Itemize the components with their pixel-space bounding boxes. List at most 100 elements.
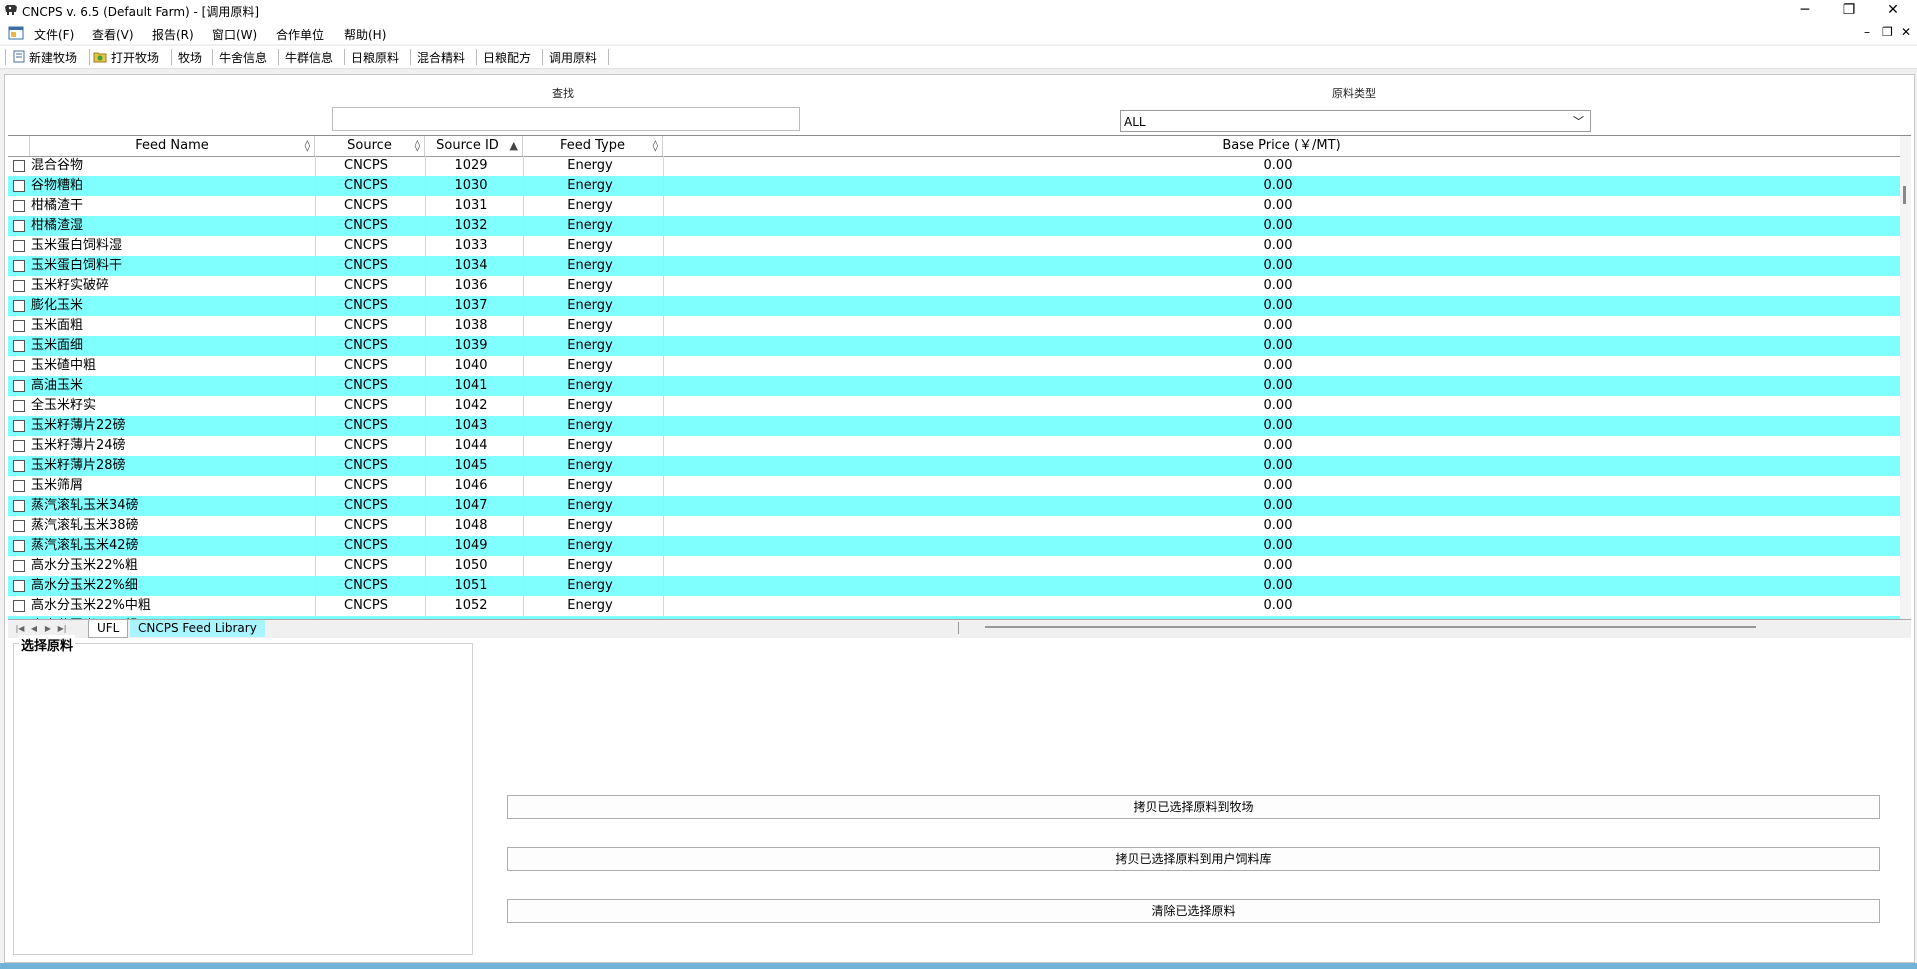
horizontal-scrollbar[interactable] <box>985 626 1756 628</box>
table-row[interactable]: 混合谷物 CNCPS 1029 Energy 0.00 <box>8 156 1900 176</box>
table-row[interactable]: 高水分玉米22%中粗 CNCPS 1052 Energy 0.00 <box>8 596 1900 616</box>
menu-help[interactable]: 帮助(H) <box>344 26 386 43</box>
row-checkbox[interactable] <box>13 380 25 392</box>
menu-window[interactable]: 窗口(W) <box>212 26 257 43</box>
search-input[interactable] <box>332 107 800 131</box>
column-header-base-price[interactable]: Base Price (￥/MT) <box>663 136 1900 156</box>
ration-feeds-button[interactable]: 日粮原料 <box>351 49 399 66</box>
table-row[interactable]: 玉米籽实破碎 CNCPS 1036 Energy 0.00 <box>8 276 1900 296</box>
row-checkbox[interactable] <box>13 500 25 512</box>
row-checkbox[interactable] <box>13 360 25 372</box>
table-row[interactable]: 柑橘渣湿 CNCPS 1032 Energy 0.00 <box>8 216 1900 236</box>
table-row[interactable]: 膨化玉米 CNCPS 1037 Energy 0.00 <box>8 296 1900 316</box>
source-cell: CNCPS <box>344 578 388 593</box>
row-checkbox[interactable] <box>13 600 25 612</box>
tab-ufl[interactable]: UFL <box>88 620 129 638</box>
child-restore-button[interactable]: ❐ <box>1882 25 1893 39</box>
copy-to-farm-button[interactable]: 拷贝已选择原料到牧场 <box>507 795 1880 819</box>
table-row[interactable]: 玉米籽薄片28磅 CNCPS 1045 Energy 0.00 <box>8 456 1900 476</box>
concentrate-mix-button[interactable]: 混合精料 <box>417 49 465 66</box>
row-checkbox[interactable] <box>13 480 25 492</box>
table-row[interactable]: 蒸汽滚轧玉米42磅 CNCPS 1049 Energy 0.00 <box>8 536 1900 556</box>
next-tab-icon[interactable]: ▶ <box>42 622 54 635</box>
column-header-feed-name[interactable]: Feed Name ◊ <box>30 136 315 156</box>
minimize-button[interactable]: ─ <box>1783 0 1827 22</box>
table-row[interactable]: 谷物糟粕 CNCPS 1030 Energy 0.00 <box>8 176 1900 196</box>
row-checkbox[interactable] <box>13 400 25 412</box>
restore-button[interactable]: ❐ <box>1827 0 1871 22</box>
menu-report[interactable]: 报告(R) <box>152 26 194 43</box>
clear-selection-button[interactable]: 清除已选择原料 <box>507 899 1880 923</box>
table-row[interactable]: 玉米籽薄片24磅 CNCPS 1044 Energy 0.00 <box>8 436 1900 456</box>
feed-type-cell: Energy <box>567 378 613 393</box>
table-row[interactable]: 玉米蛋白饲料干 CNCPS 1034 Energy 0.00 <box>8 256 1900 276</box>
table-row[interactable]: 玉米籽薄片22磅 CNCPS 1043 Energy 0.00 <box>8 416 1900 436</box>
tab-cncps-feed-library[interactable]: CNCPS Feed Library <box>130 620 265 637</box>
new-farm-button[interactable]: 新建牧场 <box>29 49 77 66</box>
row-checkbox[interactable] <box>13 220 25 232</box>
column-header-feed-type[interactable]: Feed Type ◊ <box>523 136 663 156</box>
child-close-button[interactable]: ✕ <box>1901 25 1911 39</box>
prev-tab-icon[interactable]: ◀ <box>28 622 40 635</box>
last-tab-icon[interactable]: ▶| <box>56 622 68 635</box>
row-checkbox[interactable] <box>13 240 25 252</box>
feed-name-cell: 玉米籽薄片24磅 <box>31 438 126 453</box>
horizontal-split-grip[interactable] <box>958 622 959 634</box>
menu-view[interactable]: 查看(V) <box>92 26 134 43</box>
row-checkbox[interactable] <box>13 460 25 472</box>
herd-info-button[interactable]: 牛群信息 <box>285 49 333 66</box>
table-row[interactable]: 蒸汽滚轧玉米34磅 CNCPS 1047 Energy 0.00 <box>8 496 1900 516</box>
row-checkbox[interactable] <box>13 520 25 532</box>
feed-type-cell: Energy <box>567 358 613 373</box>
child-minimize-button[interactable]: – <box>1864 25 1870 39</box>
row-checkbox[interactable] <box>13 280 25 292</box>
row-checkbox[interactable] <box>13 320 25 332</box>
table-row[interactable]: 玉米面细 CNCPS 1039 Energy 0.00 <box>8 336 1900 356</box>
vertical-scrollbar[interactable] <box>1900 136 1911 619</box>
column-header-source-id[interactable]: Source ID ▲ <box>425 136 523 156</box>
table-row[interactable]: 蒸汽滚轧玉米38磅 CNCPS 1048 Energy 0.00 <box>8 516 1900 536</box>
table-row[interactable]: 高水分玉米22%粗 CNCPS 1050 Energy 0.00 <box>8 556 1900 576</box>
row-checkbox[interactable] <box>13 340 25 352</box>
close-button[interactable]: ✕ <box>1871 0 1915 22</box>
table-row[interactable]: 玉米筛屑 CNCPS 1046 Energy 0.00 <box>8 476 1900 496</box>
table-row[interactable]: 高水分玉米22%细 CNCPS 1051 Energy 0.00 <box>8 576 1900 596</box>
first-tab-icon[interactable]: |◀ <box>14 622 26 635</box>
feed-name-cell: 蒸汽滚轧玉米42磅 <box>31 538 139 553</box>
row-checkbox[interactable] <box>13 560 25 572</box>
scrollbar-thumb[interactable] <box>1903 186 1906 204</box>
ration-formula-button[interactable]: 日粮配方 <box>483 49 531 66</box>
base-price-cell: 0.00 <box>1263 378 1293 393</box>
barn-info-button[interactable]: 牛舍信息 <box>219 49 267 66</box>
source-cell: CNCPS <box>344 478 388 493</box>
table-row[interactable]: 玉米蛋白饲料湿 CNCPS 1033 Energy 0.00 <box>8 236 1900 256</box>
feed-type-cell: Energy <box>567 298 613 313</box>
source-id-cell: 1047 <box>454 498 488 513</box>
table-row[interactable]: 高油玉米 CNCPS 1041 Energy 0.00 <box>8 376 1900 396</box>
import-feeds-button[interactable]: 调用原料 <box>549 49 597 66</box>
row-checkbox[interactable] <box>13 160 25 172</box>
row-checkbox[interactable] <box>13 440 25 452</box>
feed-type-cell: Energy <box>567 518 613 533</box>
row-checkbox[interactable] <box>13 300 25 312</box>
row-checkbox[interactable] <box>13 540 25 552</box>
row-checkbox[interactable] <box>13 200 25 212</box>
table-row[interactable]: 柑橘渣干 CNCPS 1031 Energy 0.00 <box>8 196 1900 216</box>
feed-type-select[interactable]: ALL ﹀ <box>1120 110 1591 132</box>
row-checkbox[interactable] <box>13 180 25 192</box>
menu-file[interactable]: 文件(F) <box>34 26 74 43</box>
menu-partners[interactable]: 合作单位 <box>276 26 324 43</box>
open-farm-button[interactable]: 打开牧场 <box>111 49 159 66</box>
bottom-border <box>0 963 1917 969</box>
table-row[interactable]: 全玉米籽实 CNCPS 1042 Energy 0.00 <box>8 396 1900 416</box>
mdi-window-icon[interactable] <box>8 26 24 40</box>
farm-button[interactable]: 牧场 <box>178 49 202 66</box>
column-header-source[interactable]: Source ◊ <box>315 136 425 156</box>
row-checkbox[interactable] <box>13 260 25 272</box>
table-row[interactable]: 玉米碴中粗 CNCPS 1040 Energy 0.00 <box>8 356 1900 376</box>
table-row[interactable]: 玉米面粗 CNCPS 1038 Energy 0.00 <box>8 316 1900 336</box>
row-checkbox[interactable] <box>13 420 25 432</box>
base-price-cell: 0.00 <box>1263 318 1293 333</box>
row-checkbox[interactable] <box>13 580 25 592</box>
copy-to-user-library-button[interactable]: 拷贝已选择原料到用户饲料库 <box>507 847 1880 871</box>
